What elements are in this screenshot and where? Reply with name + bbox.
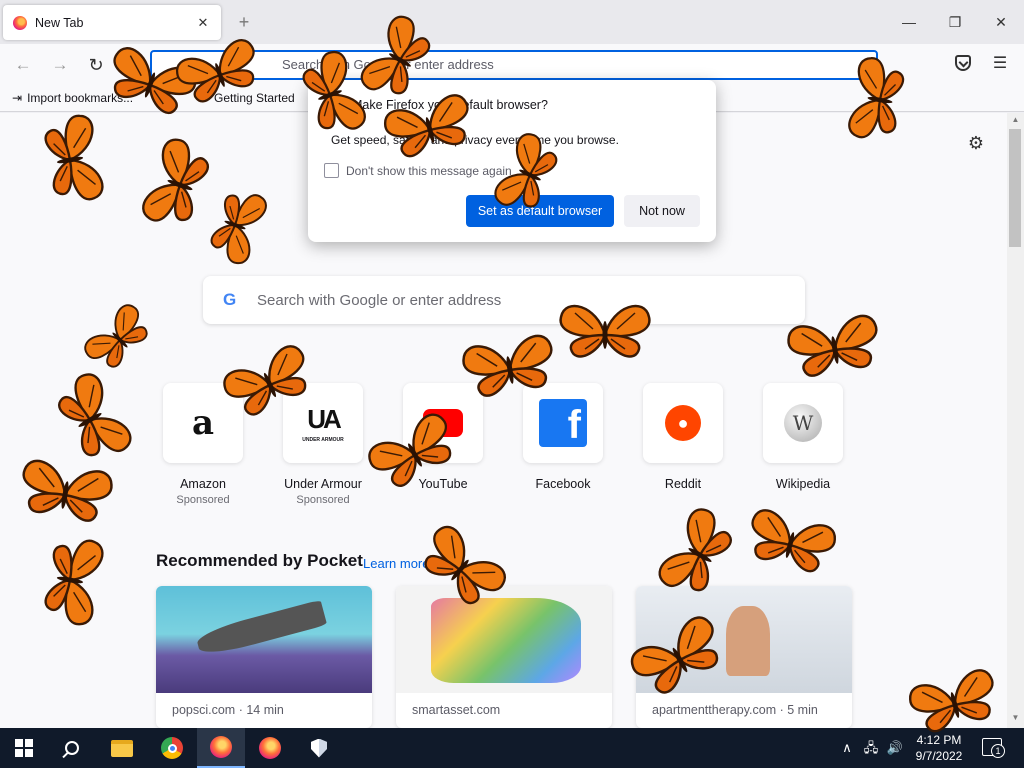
checkbox-box[interactable] (324, 163, 339, 178)
file-explorer-button[interactable] (98, 728, 146, 768)
close-window-button[interactable]: ✕ (978, 10, 1024, 34)
under-armour-icon: UA (307, 403, 342, 434)
pocket-card[interactable]: smartasset.com (396, 586, 612, 728)
forward-button[interactable]: → (47, 53, 73, 77)
set-default-browser-button[interactable]: Set as default browser (466, 195, 614, 227)
pocket-learn-more-link[interactable]: Learn more (363, 556, 429, 571)
system-clock[interactable]: 4:12 PM 9/7/2022 (908, 732, 970, 764)
facebook-icon: f (539, 399, 587, 447)
scroll-down-arrow-icon[interactable]: ▼ (1010, 713, 1021, 724)
taskbar-search-button[interactable] (48, 728, 96, 768)
google-search-box[interactable]: G Search with Google or enter address (203, 276, 805, 324)
notification-count-badge: 1 (991, 744, 1005, 758)
top-site-under-armour[interactable]: UA UNDER ARMOUR Under Armour Sponsored (280, 383, 366, 506)
address-bar[interactable]: Search with Google or enter address (150, 50, 878, 80)
folder-icon (111, 739, 133, 757)
card-source: popsci.com · 14 min (172, 703, 284, 717)
getting-started-bookmark[interactable]: Getting Started (214, 91, 295, 105)
firefox-favicon-icon (13, 15, 27, 30)
chrome-icon (161, 737, 183, 759)
wikipedia-icon: W (784, 404, 822, 442)
import-bookmarks-label: Import bookmarks... (27, 91, 134, 105)
gear-icon[interactable]: ⚙ (965, 133, 987, 155)
tile-title: Under Armour (284, 477, 362, 491)
tile-title: YouTube (418, 477, 468, 491)
card-source: apartmenttherapy.com · 5 min (652, 703, 818, 717)
chrome-button[interactable] (148, 728, 196, 768)
network-icon[interactable]: 🖧 (860, 728, 882, 768)
app-menu-button[interactable]: ☰ (990, 53, 1010, 73)
search-placeholder: Search with Google or enter address (257, 291, 502, 309)
back-button[interactable]: ← (10, 53, 36, 77)
tile-title: Amazon (180, 477, 226, 491)
tile-title: Facebook (535, 477, 591, 491)
windows-taskbar: ∧ 🖧 🔊 4:12 PM 9/7/2022 1 (0, 728, 1024, 768)
card-thumbnail (396, 586, 612, 693)
under-armour-wordmark: UNDER ARMOUR (302, 436, 344, 443)
tab-title: New Tab (35, 15, 84, 30)
card-thumbnail (156, 586, 372, 693)
dialog-title: Make Firefox your default browser? (352, 98, 548, 112)
import-icon: ⇥ (12, 91, 23, 105)
pocket-icon[interactable] (955, 55, 971, 71)
amazon-icon: a (191, 403, 215, 443)
scroll-up-arrow-icon[interactable]: ▲ (1010, 115, 1021, 126)
getting-started-label: Getting Started (214, 91, 295, 105)
youtube-icon (423, 409, 463, 437)
volume-icon[interactable]: 🔊 (884, 728, 906, 768)
google-g-icon: G (223, 290, 237, 309)
restore-button[interactable]: ❐ (932, 10, 978, 34)
top-site-reddit[interactable]: ● Reddit (640, 383, 726, 491)
clock-date: 9/7/2022 (915, 749, 963, 763)
default-browser-dialog: Make Firefox your default browser? Get s… (308, 80, 716, 242)
firefox-icon (259, 737, 281, 759)
firefox-icon (210, 736, 232, 758)
top-site-wikipedia[interactable]: W Wikipedia (760, 383, 846, 491)
tile-title: Reddit (664, 477, 702, 491)
tab-close-icon[interactable]: ✕ (195, 15, 211, 31)
top-site-facebook[interactable]: f Facebook (520, 383, 606, 491)
dont-show-again-checkbox[interactable]: Don't show this message again (324, 163, 512, 178)
clock-time: 4:12 PM (916, 733, 962, 747)
tab-strip: New Tab ✕ + — ❐ ✕ (0, 0, 1024, 44)
reload-button[interactable]: ↻ (83, 53, 109, 77)
windows-logo-icon (15, 739, 33, 757)
tile-title: Wikipedia (775, 477, 831, 491)
shield-icon (311, 738, 327, 758)
pocket-card[interactable]: apartmenttherapy.com · 5 min (636, 586, 852, 728)
windows-security-button[interactable] (295, 728, 343, 768)
notification-center-icon[interactable]: 1 (982, 738, 1005, 758)
dialog-message: Get speed, safety, and privacy every tim… (331, 133, 619, 147)
tile-sponsored-label: Sponsored (176, 494, 230, 506)
card-source: smartasset.com (412, 703, 501, 717)
tile-sponsored-label: Sponsored (296, 494, 350, 506)
card-thumbnail (636, 586, 852, 693)
reddit-icon: ● (665, 405, 701, 441)
import-bookmarks-item[interactable]: ⇥ Import bookmarks... (12, 91, 133, 105)
search-icon (65, 741, 79, 755)
firefox-taskbar-button[interactable] (246, 728, 294, 768)
checkbox-label: Don't show this message again (346, 163, 512, 178)
tab-new-tab[interactable]: New Tab ✕ (3, 5, 221, 40)
vertical-scrollbar[interactable]: ▲ ▼ (1007, 113, 1024, 728)
top-sites: a Amazon Sponsored UA UNDER ARMOUR Under… (160, 383, 860, 513)
top-site-amazon[interactable]: a Amazon Sponsored (160, 383, 246, 506)
pocket-heading: Recommended by Pocket (156, 551, 363, 570)
top-site-youtube[interactable]: YouTube (400, 383, 486, 491)
show-hidden-icons-chevron-icon[interactable]: ∧ (838, 728, 856, 768)
scroll-thumb[interactable] (1009, 129, 1021, 247)
not-now-button[interactable]: Not now (624, 195, 700, 227)
start-button[interactable] (0, 728, 48, 768)
pocket-card[interactable]: popsci.com · 14 min (156, 586, 372, 728)
minimize-button[interactable]: — (886, 10, 932, 34)
firefox-taskbar-button-active[interactable] (197, 728, 245, 768)
new-tab-button[interactable]: + (233, 12, 255, 34)
